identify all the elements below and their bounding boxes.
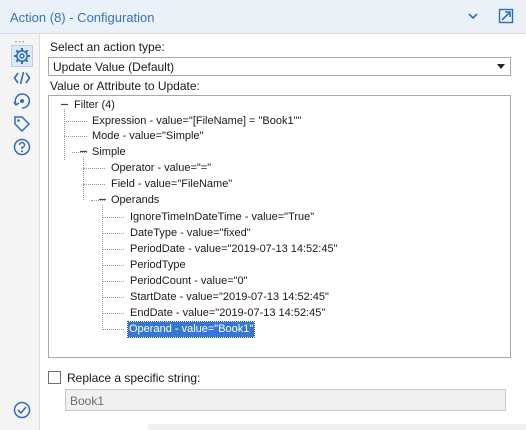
code-icon[interactable] bbox=[13, 69, 31, 87]
undock-icon[interactable] bbox=[497, 7, 515, 25]
value-tree[interactable]: Filter (4) Expression - value="[FileName… bbox=[48, 95, 511, 358]
tree-node[interactable]: StartDate - value="2019-07-13 14:52:45" bbox=[129, 290, 330, 305]
collapse-toggle-icon[interactable] bbox=[98, 195, 107, 204]
tree-node[interactable]: Operands bbox=[110, 193, 160, 208]
tree-node-selected[interactable]: Operand - value="Book1" bbox=[126, 321, 256, 338]
action-type-value: Update Value (Default) bbox=[53, 60, 175, 74]
action-type-select[interactable]: Update Value (Default) bbox=[48, 57, 511, 76]
tag-icon[interactable] bbox=[13, 115, 31, 133]
connections-icon[interactable] bbox=[13, 92, 31, 110]
tree-node[interactable]: DateType - value="fixed" bbox=[129, 226, 252, 241]
gear-icon[interactable] bbox=[11, 45, 33, 67]
tree-node[interactable]: PeriodType bbox=[129, 258, 187, 273]
collapse-toggle-icon[interactable] bbox=[60, 100, 69, 109]
chevron-down-icon[interactable] bbox=[466, 9, 480, 23]
check-circle-icon[interactable] bbox=[13, 401, 31, 419]
tree-node[interactable]: PeriodDate - value="2019-07-13 14:52:45" bbox=[129, 242, 338, 257]
replace-string-value: Book1 bbox=[70, 394, 105, 408]
tree-node[interactable]: PeriodCount - value="0" bbox=[129, 274, 249, 289]
tree-node[interactable]: Operator - value="=" bbox=[110, 161, 212, 176]
action-type-label: Select an action type: bbox=[50, 40, 165, 54]
tree-node[interactable]: Filter (4) bbox=[73, 98, 116, 113]
tree-node[interactable]: Field - value="FileName" bbox=[110, 177, 233, 192]
collapse-toggle-icon[interactable] bbox=[79, 147, 88, 156]
tree-node[interactable]: EndDate - value="2019-07-13 14:52:45" bbox=[129, 306, 326, 321]
tree-node[interactable]: Expression - value="[FileName] = "Book1"… bbox=[91, 114, 302, 129]
tree-node[interactable]: Mode - value="Simple" bbox=[91, 129, 204, 144]
replace-string-checkbox[interactable] bbox=[48, 371, 61, 384]
dropdown-arrow-icon[interactable] bbox=[497, 64, 505, 69]
tree-node[interactable]: Simple bbox=[91, 145, 127, 160]
tree-node[interactable]: IgnoreTimeInDateTime - value="True" bbox=[129, 210, 315, 225]
window-title: Action (8) - Configuration bbox=[10, 10, 155, 25]
title-bar: Action (8) - Configuration bbox=[0, 0, 526, 34]
help-icon[interactable] bbox=[13, 138, 31, 156]
bottom-strip bbox=[148, 424, 526, 430]
tree-label: Value or Attribute to Update: bbox=[50, 79, 200, 93]
replace-string-input[interactable]: Book1 bbox=[65, 389, 506, 411]
left-toolbar: ⋯ bbox=[0, 34, 40, 430]
replace-string-label: Replace a specific string: bbox=[67, 371, 201, 385]
